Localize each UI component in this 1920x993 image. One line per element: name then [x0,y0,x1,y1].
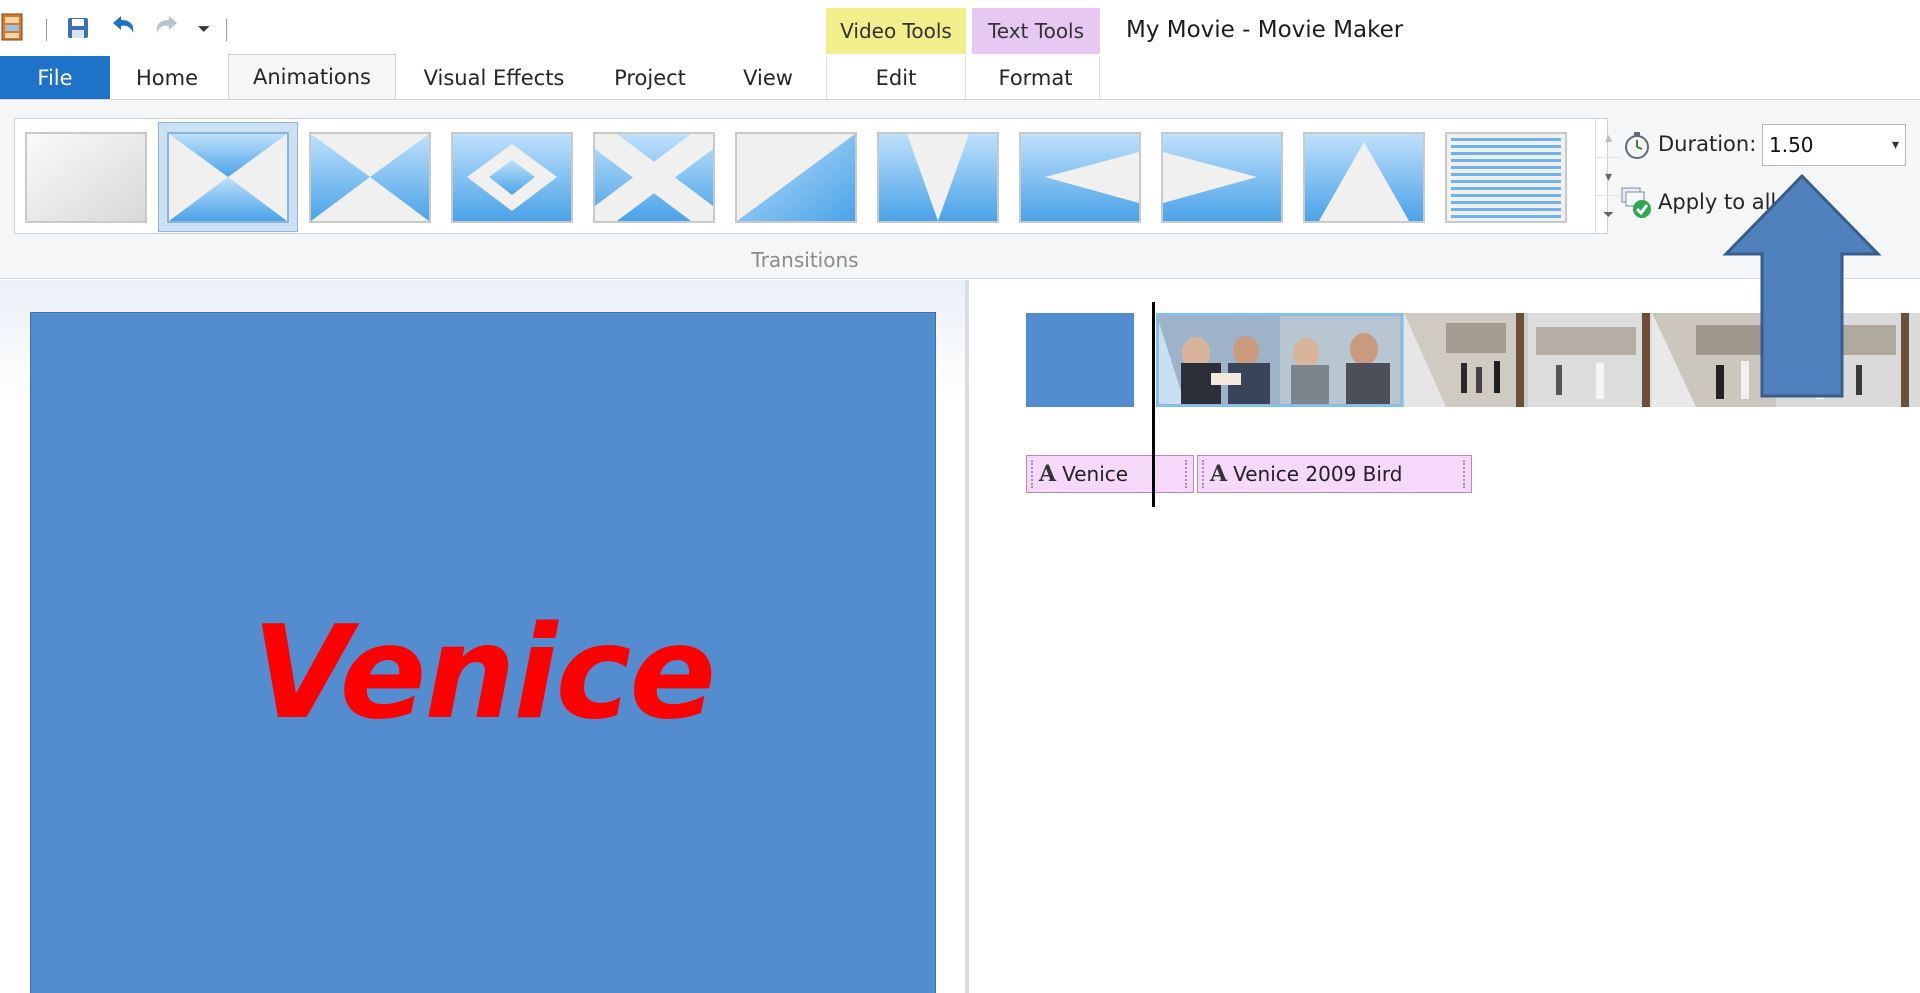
transition-none[interactable] [25,132,147,223]
no-transition-icon [27,134,145,221]
clip-handle-left[interactable] [1202,460,1204,488]
gallery-scroll-up-icon[interactable]: ▴ [1595,119,1621,157]
gallery-more-icon[interactable]: ⏷ [1595,195,1621,233]
transition-blinds-icon [1447,134,1565,221]
tab-view[interactable]: View [724,56,812,99]
transition-cross[interactable] [593,132,715,223]
transition-arrow-right[interactable] [1161,132,1283,223]
transition-bowtie-icon [311,134,429,221]
transition-blinds[interactable] [1445,132,1567,223]
transition-arrow-left-icon [1021,134,1139,221]
preview-monitor[interactable]: Venice [30,312,936,993]
tab-file[interactable]: File [0,56,110,99]
playhead-indicator[interactable] [1152,302,1155,507]
transition-hourglass-icon [169,134,287,221]
caption-clip-venice[interactable]: A Venice [1026,455,1194,493]
transition-triangle-up-icon [1305,134,1423,221]
transition-arrow-right-icon [1163,134,1281,221]
window-title: My Movie - Movie Maker [1126,17,1404,43]
video-clip-thumbnails[interactable] [1156,313,1920,407]
tab-format[interactable]: Format [972,56,1100,99]
caption-a-icon: A [1039,461,1057,487]
caption-label: Venice [1062,462,1129,486]
caption-a-icon: A [1210,461,1228,487]
transitions-group-label: Transitions [751,248,859,272]
ribbon-animations: ▴ ▾ ⏷ Transitions Duration: 1.50 ▾ Apply… [0,99,1920,279]
transitions-gallery: ▴ ▾ ⏷ [14,118,1621,234]
gallery-scroll-down-icon[interactable]: ▾ [1595,157,1621,195]
transition-diagonal-icon [737,134,855,221]
clip-handle-right[interactable] [1463,460,1465,488]
caption-label: Venice 2009 Bird [1233,462,1403,486]
tab-home[interactable]: Home [116,56,218,99]
chevron-down-icon[interactable]: ▾ [1892,137,1899,153]
clip-handle-left[interactable] [1031,460,1033,488]
storyboard-pane: A Venice A Venice 2009 Bird [969,280,1920,993]
qat-separator [46,19,47,41]
save-icon[interactable] [64,14,92,42]
clip-handle-right[interactable] [1185,460,1187,488]
redo-icon[interactable] [150,12,182,42]
customize-qat-icon[interactable]: ⏷ [192,16,216,42]
transition-bowtie[interactable] [309,132,431,223]
preview-pane: Venice [0,280,965,993]
title-bar: ⏷ Video Tools Text Tools My Movie - Movi… [0,0,1920,100]
caption-clip-venice-2009-bird[interactable]: A Venice 2009 Bird [1197,455,1472,493]
preview-caption-text: Venice [251,599,716,748]
transition-arrow-left[interactable] [1019,132,1141,223]
transition-v-icon [879,134,997,221]
tab-edit[interactable]: Edit [826,56,966,99]
tab-animations[interactable]: Animations [228,54,396,99]
tab-visual-effects[interactable]: Visual Effects [408,56,580,99]
venice-photo-thumbnails [1156,313,1920,407]
transition-diagonal[interactable] [735,132,857,223]
duration-value[interactable]: 1.50 [1769,133,1814,157]
movie-maker-window: ⏷ Video Tools Text Tools My Movie - Movi… [0,0,1920,993]
undo-icon[interactable] [108,12,140,42]
video-tools-header: Video Tools [826,8,966,54]
title-clip[interactable] [1026,313,1134,407]
apply-to-all-icon[interactable] [1620,186,1654,220]
tab-project[interactable]: Project [594,56,706,99]
transition-v[interactable] [877,132,999,223]
apply-to-all-button[interactable]: Apply to all [1658,190,1776,214]
duration-label: Duration: [1658,132,1757,156]
transition-triangle-up[interactable] [1303,132,1425,223]
text-tools-header: Text Tools [972,8,1100,54]
transition-hourglass[interactable] [167,132,289,223]
movie-maker-app-icon[interactable] [0,12,24,42]
transition-diamond-icon [453,134,571,221]
transition-cross-icon [595,134,713,221]
transition-diamond[interactable] [451,132,573,223]
duration-dropdown[interactable]: 1.50 ▾ [1762,124,1906,166]
stopwatch-icon [1625,132,1649,159]
qat-separator [226,19,227,41]
